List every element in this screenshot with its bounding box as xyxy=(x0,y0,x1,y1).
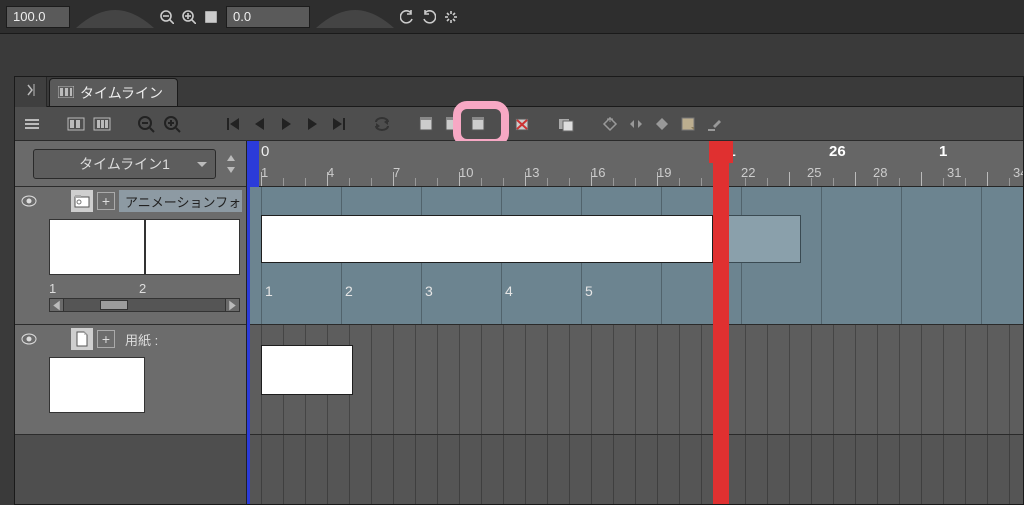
timeline-selector-row: タイムライン1 xyxy=(15,141,246,187)
play-button[interactable] xyxy=(275,113,297,135)
new-cel-right-button[interactable] xyxy=(467,113,489,135)
ruler-big-frame: 26 xyxy=(829,143,846,160)
zoom-out-button[interactable] xyxy=(135,113,157,135)
track-header-column: タイムライン1 + アニメーションフォル xyxy=(15,141,247,504)
panel-tab-row: タイムライン xyxy=(15,77,1023,107)
toolbar-menu-icon[interactable] xyxy=(21,113,43,135)
timeline-stepper[interactable] xyxy=(222,153,240,175)
lane-frame-number: 1 xyxy=(265,283,273,299)
redo-icon[interactable] xyxy=(420,8,438,26)
new-cel-left-button[interactable] xyxy=(415,113,437,135)
playhead[interactable] xyxy=(713,141,729,504)
zoom-in-button[interactable] xyxy=(161,113,183,135)
cel-number-row: 1 2 xyxy=(49,281,240,296)
frame-ruler[interactable]: 0 21261 147101316192225283134 xyxy=(247,141,1023,187)
zoom-out-icon[interactable] xyxy=(158,8,176,26)
go-end-button[interactable] xyxy=(327,113,349,135)
keyframe-add-icon[interactable] xyxy=(599,113,621,135)
new-cel-button[interactable] xyxy=(441,113,463,135)
scroll-right-icon[interactable] xyxy=(225,299,239,311)
page-icon xyxy=(71,328,93,350)
chevron-up-icon[interactable] xyxy=(222,153,240,163)
timeline-lane-paper[interactable] xyxy=(247,325,1023,435)
ruler-frame-number: 25 xyxy=(807,165,821,180)
prev-frame-button[interactable] xyxy=(249,113,271,135)
ruler-frame-number: 7 xyxy=(393,165,400,180)
spinner-icon[interactable] xyxy=(442,8,460,26)
timeline-tab-icon xyxy=(58,85,74,101)
track-label[interactable]: アニメーションフォル xyxy=(119,190,242,212)
timeline-toolbar xyxy=(15,107,1023,141)
clip-view-a-icon[interactable] xyxy=(65,113,87,135)
ruler-frame-number: 34 xyxy=(1013,165,1023,180)
ruler-frame-number: 19 xyxy=(657,165,671,180)
visibility-toggle-icon[interactable] xyxy=(19,333,39,345)
ruler-frame-number: 16 xyxy=(591,165,605,180)
paper-clip-block[interactable] xyxy=(261,345,353,395)
cel-thumb-1[interactable] xyxy=(49,219,145,275)
clip-view-b-icon[interactable] xyxy=(91,113,113,135)
paper-thumb[interactable] xyxy=(49,357,145,413)
tempo-field[interactable]: 100.0 xyxy=(6,6,70,28)
track-header-animation-folder[interactable]: + アニメーションフォル 1 2 xyxy=(15,187,246,325)
cel-clip-block[interactable] xyxy=(261,215,713,263)
timeline-select-dropdown[interactable]: タイムライン1 xyxy=(33,149,216,179)
loop-button[interactable] xyxy=(371,113,393,135)
add-cel-button[interactable]: + xyxy=(97,192,115,210)
undo-icon[interactable] xyxy=(398,8,416,26)
waveform-thumb-right xyxy=(316,6,394,28)
lane-frame-number: 5 xyxy=(585,283,593,299)
paper-thumbnails[interactable] xyxy=(49,357,240,413)
cel-scrollbar[interactable] xyxy=(49,298,240,312)
go-start-button[interactable] xyxy=(223,113,245,135)
ruler-big-frame: 1 xyxy=(939,143,947,160)
keyframe-icon[interactable] xyxy=(651,113,673,135)
zoom-in-icon[interactable] xyxy=(180,8,198,26)
visibility-toggle-icon[interactable] xyxy=(19,195,39,207)
lane-frame-number: 2 xyxy=(345,283,353,299)
lane-frame-number: 4 xyxy=(505,283,513,299)
ruler-zero: 0 xyxy=(261,143,269,160)
ruler-frame-number: 13 xyxy=(525,165,539,180)
start-marker-line xyxy=(247,141,250,504)
timeline-lane-animation[interactable]: 123456 xyxy=(247,187,1023,325)
onion-skin-button[interactable] xyxy=(555,113,577,135)
delete-cel-button[interactable] xyxy=(511,113,533,135)
expand-panel-icon[interactable] xyxy=(26,83,36,100)
track-header-paper[interactable]: + 用紙 : xyxy=(15,325,246,435)
next-frame-button[interactable] xyxy=(301,113,323,135)
add-layer-button[interactable]: + xyxy=(97,330,115,348)
ruler-frame-number: 22 xyxy=(741,165,755,180)
cel-thumb-2[interactable] xyxy=(145,219,241,275)
track-label[interactable]: 用紙 : xyxy=(119,328,242,350)
ruler-frame-number: 4 xyxy=(327,165,334,180)
stop-icon[interactable] xyxy=(202,8,220,26)
keyframe-nav-icon[interactable] xyxy=(625,113,647,135)
ruler-frame-number: 28 xyxy=(873,165,887,180)
scrollbar-thumb[interactable] xyxy=(100,300,128,310)
ruler-frame-number: 31 xyxy=(947,165,961,180)
waveform-thumb-left xyxy=(76,6,154,28)
ruler-frame-number: 1 xyxy=(261,165,268,180)
scroll-left-icon[interactable] xyxy=(50,299,64,311)
timeline-empty-area xyxy=(247,435,1023,504)
position-field[interactable]: 0.0 xyxy=(226,6,310,28)
cel-number: 2 xyxy=(139,281,229,296)
ruler-frame-number: 10 xyxy=(459,165,473,180)
animation-folder-icon xyxy=(71,190,93,212)
timeline-panel: タイムライン xyxy=(14,76,1024,505)
tab-timeline[interactable]: タイムライン xyxy=(49,78,178,106)
edit-icon[interactable] xyxy=(703,113,725,135)
tab-label: タイムライン xyxy=(80,83,163,103)
lane-frame-number: 3 xyxy=(425,283,433,299)
cel-number: 1 xyxy=(49,281,139,296)
chevron-down-icon[interactable] xyxy=(222,165,240,175)
cel-thumbnails[interactable] xyxy=(49,219,240,275)
app-topbar: 100.0 0.0 xyxy=(0,0,1024,34)
timeline-body: タイムライン1 + アニメーションフォル xyxy=(15,141,1023,504)
timeline-grid[interactable]: 0 21261 147101316192225283134 123456 xyxy=(247,141,1023,504)
note-icon[interactable] xyxy=(677,113,699,135)
window-gap xyxy=(0,34,1024,76)
